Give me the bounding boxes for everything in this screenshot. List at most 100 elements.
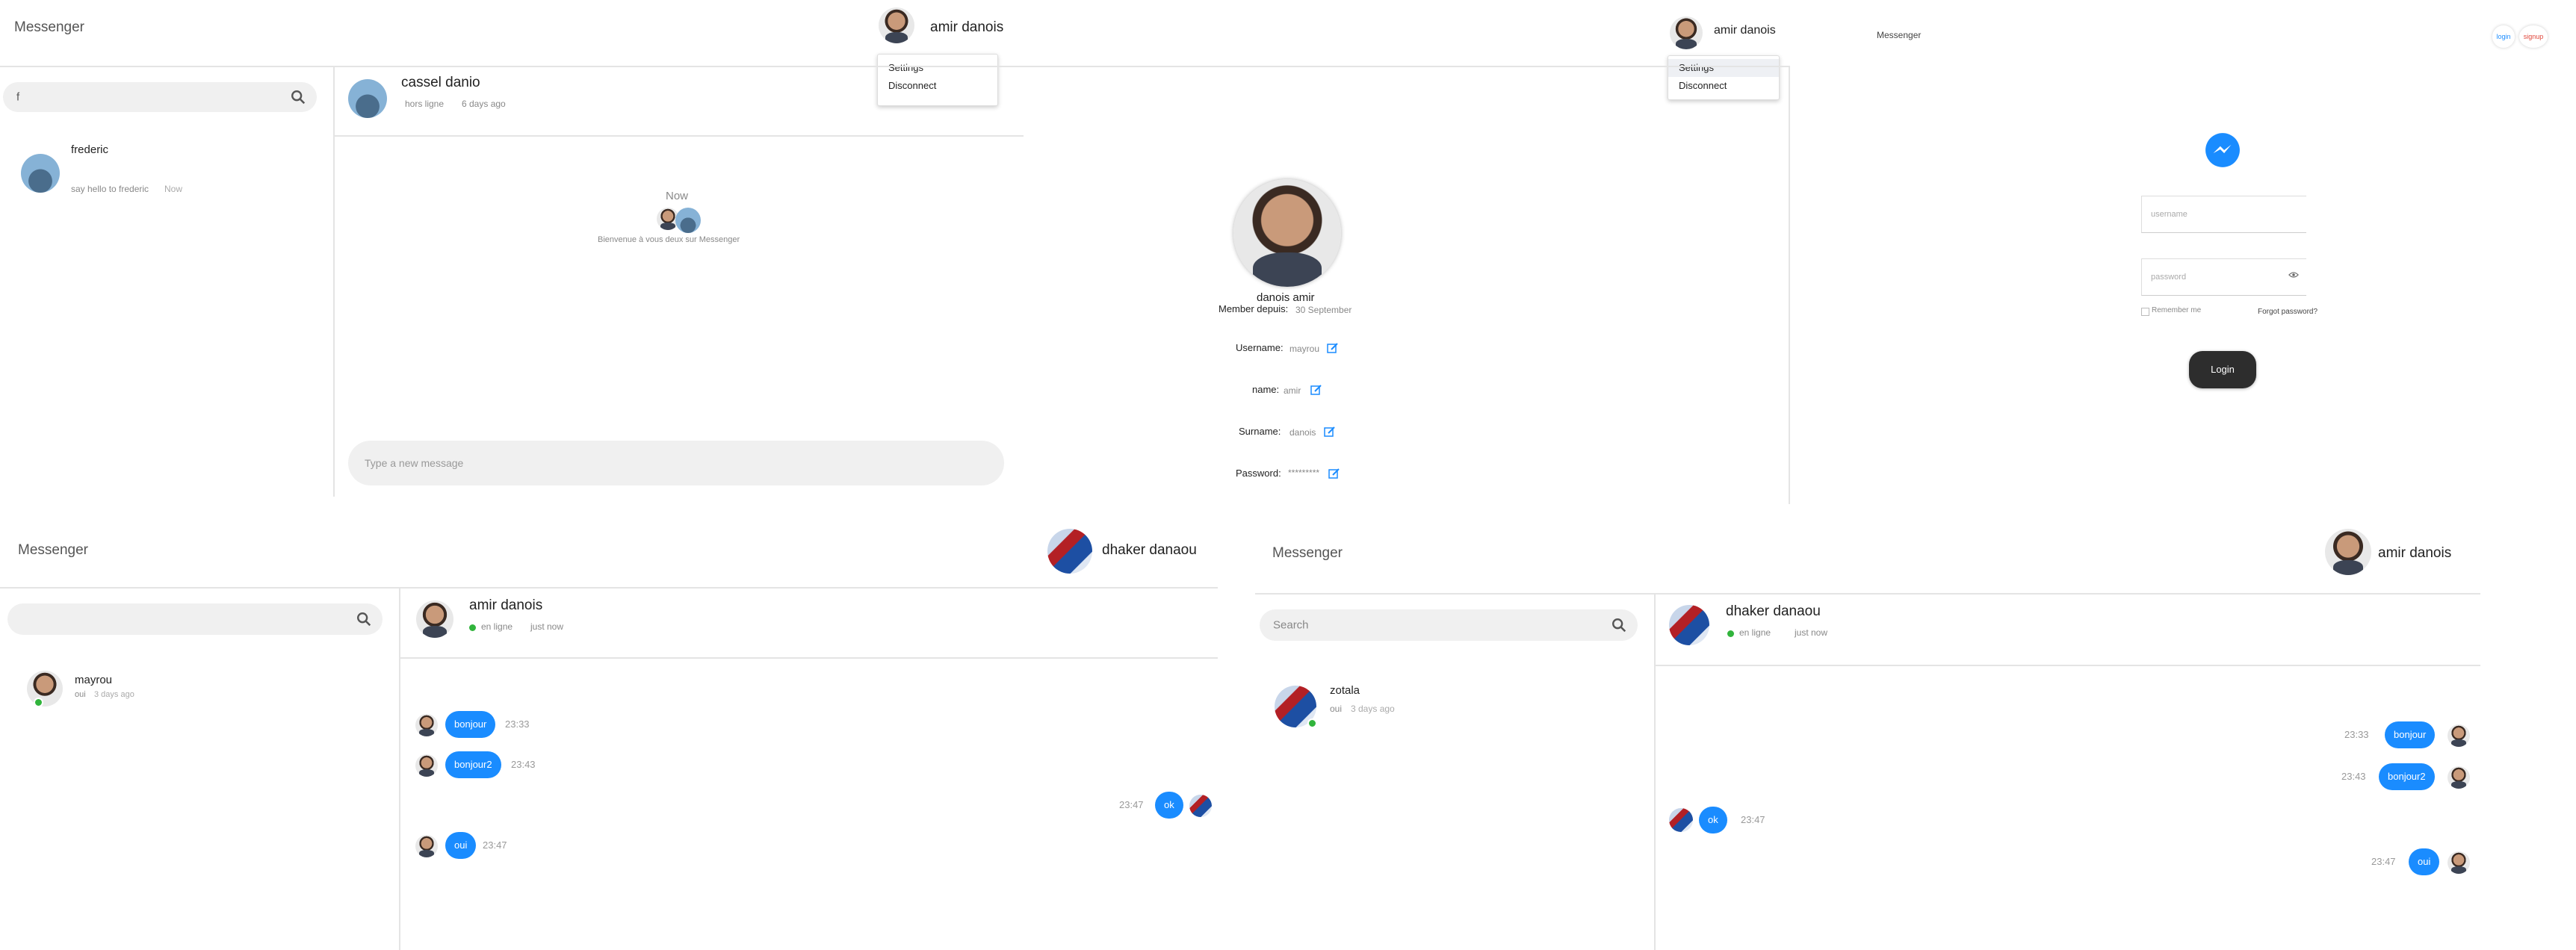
screen-profile-settings: amir danois Settings Disconnect danois a… xyxy=(1024,0,1790,504)
message-avatar xyxy=(1669,808,1693,832)
message-time: 23:33 xyxy=(2344,729,2369,740)
forgot-password-link[interactable]: Forgot password? xyxy=(2258,308,2318,316)
user-avatar[interactable] xyxy=(2325,529,2371,575)
profile-field-surname: Surname: danois xyxy=(1239,426,1388,441)
current-user-name[interactable]: amir danois xyxy=(1714,24,1776,37)
member-since-value: 30 September xyxy=(1295,305,1352,315)
app-title: Messenger xyxy=(1877,30,1922,40)
panel-divider xyxy=(1789,66,1790,504)
contact-last-message: say hello to frederic xyxy=(71,184,149,194)
contact-last-message: oui xyxy=(75,690,86,699)
screen-login: Messenger login signup username password… xyxy=(1868,0,2576,448)
search-value: f xyxy=(16,90,20,104)
edit-icon[interactable] xyxy=(1327,342,1339,354)
chat-header-divider xyxy=(400,657,1218,659)
message-time: 23:47 xyxy=(1741,814,1765,825)
message-bubble: bonjour2 xyxy=(2379,763,2435,790)
profile-fullname: danois amir xyxy=(1257,291,1315,304)
edit-icon[interactable] xyxy=(1324,426,1336,438)
message-bubble: bonjour xyxy=(445,711,496,738)
profile-avatar xyxy=(1233,179,1341,287)
edit-icon[interactable] xyxy=(1328,468,1340,479)
header-divider xyxy=(1255,593,2480,594)
menu-item-disconnect[interactable]: Disconnect xyxy=(878,77,997,95)
search-input[interactable]: f xyxy=(3,82,317,112)
current-user-name[interactable]: amir danois xyxy=(2378,545,2451,562)
login-nav-label: login xyxy=(2496,33,2511,40)
login-submit-button[interactable]: Login xyxy=(2189,351,2256,388)
message-time: 23:47 xyxy=(483,839,507,851)
field-label: Username: xyxy=(1236,342,1284,353)
menu-item-disconnect[interactable]: Disconnect xyxy=(1668,77,1779,95)
username-field[interactable]: username xyxy=(2141,196,2306,233)
message-avatar xyxy=(415,714,438,736)
message-time: 23:47 xyxy=(1119,799,1144,810)
message-avatar xyxy=(2447,724,2470,747)
user-avatar[interactable] xyxy=(1047,529,1092,574)
message-time: 23:33 xyxy=(505,718,530,730)
list-item[interactable]: zotala oui 3 days ago xyxy=(1255,680,1651,732)
signup-nav-label: signup xyxy=(2523,33,2544,40)
contact-last-message: oui xyxy=(1330,704,1343,714)
contact-name: mayrou xyxy=(75,674,113,686)
field-value: danois xyxy=(1289,427,1316,438)
participant-avatar xyxy=(675,208,701,233)
contact-time: 3 days ago xyxy=(1351,704,1395,714)
search-placeholder: Search xyxy=(1273,618,1309,632)
profile-field-name: name: amir xyxy=(1252,384,1402,399)
app-title: Messenger xyxy=(1272,545,1343,561)
message-input-placeholder: Type a new message xyxy=(365,457,464,469)
welcome-text: Bienvenue à vous deux sur Messenger xyxy=(598,235,740,244)
chat-contact-avatar xyxy=(1669,605,1709,645)
edit-icon[interactable] xyxy=(1310,384,1322,396)
search-icon[interactable] xyxy=(356,611,372,627)
list-item[interactable]: frederic say hello to frederic Now xyxy=(0,134,329,202)
password-field[interactable]: password xyxy=(2141,258,2306,296)
message-input[interactable]: Type a new message xyxy=(348,441,1004,485)
messenger-logo-icon xyxy=(2205,133,2240,167)
message-time: 23:43 xyxy=(2341,771,2366,782)
eye-icon[interactable] xyxy=(2288,270,2299,280)
sidebar-divider xyxy=(1654,593,1656,950)
message-bubble: oui xyxy=(2409,848,2440,875)
remember-label: Remember me xyxy=(2152,306,2202,314)
field-label: name: xyxy=(1252,384,1280,395)
field-label: Password: xyxy=(1236,468,1281,479)
chat-day-label: Now xyxy=(666,190,689,202)
screen-messenger-chat-3: Messenger amir danois Search zotala oui … xyxy=(1255,523,2480,950)
user-avatar[interactable] xyxy=(879,7,914,43)
message-bubble: ok xyxy=(1699,807,1727,833)
chat-status: en ligne xyxy=(481,621,513,632)
password-placeholder: password xyxy=(2151,273,2187,282)
user-dropdown-menu: Settings Disconnect xyxy=(1668,55,1780,100)
chat-status: en ligne xyxy=(1739,627,1771,638)
chat-status: hors ligne xyxy=(405,99,445,109)
profile-field-username: Username: mayrou xyxy=(1236,342,1385,357)
contact-avatar xyxy=(27,671,63,707)
message-time: 23:47 xyxy=(2371,856,2396,867)
menu-item-settings[interactable]: Settings xyxy=(878,59,997,77)
screen-messenger-chat-1: Messenger amir danois Settings Disconnec… xyxy=(0,0,1024,497)
message-bubble: oui xyxy=(445,832,477,859)
menu-item-settings[interactable]: Settings xyxy=(1668,59,1779,77)
search-input[interactable] xyxy=(7,603,383,635)
profile-field-password: Password: ********* xyxy=(1236,468,1385,482)
chat-header-divider xyxy=(1656,665,2480,666)
search-input[interactable]: Search xyxy=(1260,609,1638,641)
current-user-name[interactable]: dhaker danaou xyxy=(1102,542,1197,559)
search-icon[interactable] xyxy=(1611,617,1627,633)
field-value: amir xyxy=(1284,385,1301,396)
chat-contact-avatar xyxy=(348,79,387,118)
chat-last-seen: just now xyxy=(530,621,564,632)
search-icon[interactable] xyxy=(290,89,306,105)
user-avatar[interactable] xyxy=(1670,16,1703,49)
signup-nav-button[interactable]: signup xyxy=(2519,25,2548,48)
list-item[interactable]: mayrou oui 3 days ago xyxy=(0,665,396,717)
online-indicator xyxy=(1727,630,1734,637)
login-nav-button[interactable]: login xyxy=(2492,25,2515,48)
message-avatar xyxy=(415,754,438,777)
remember-checkbox[interactable] xyxy=(2141,308,2149,316)
current-user-name[interactable]: amir danois xyxy=(930,19,1003,36)
field-label: Surname: xyxy=(1239,426,1281,437)
field-value: mayrou xyxy=(1289,344,1320,354)
